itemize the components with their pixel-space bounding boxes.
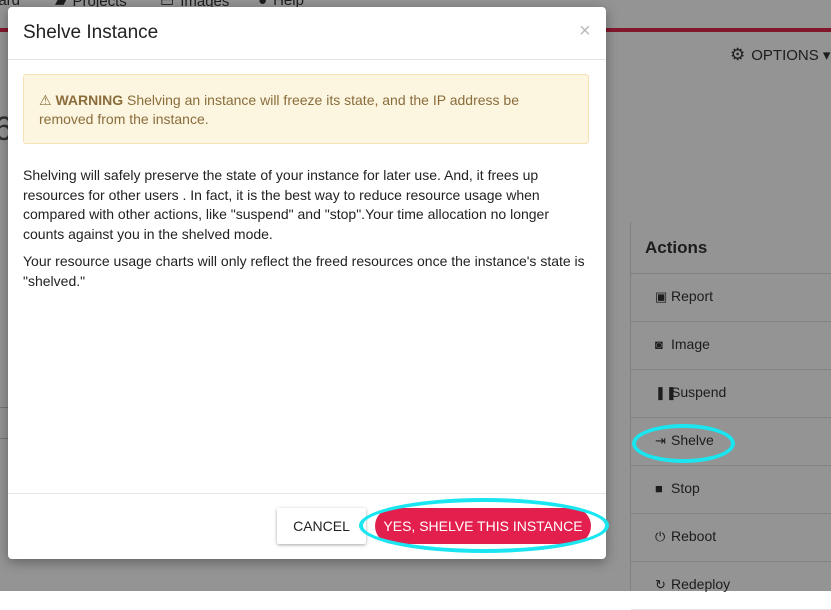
warning-icon: ⚠ <box>39 92 52 108</box>
warning-label: WARNING <box>55 92 124 108</box>
modal-title: Shelve Instance <box>23 22 159 43</box>
warning-alert: ⚠ WARNING Shelving an instance will free… <box>23 74 589 144</box>
description-paragraph: Your resource usage charts will only ref… <box>23 253 585 289</box>
description-paragraph: Shelving will safely preserve the state … <box>23 167 549 242</box>
divider <box>8 493 606 494</box>
shelve-instance-dialog: Shelve Instance × ⚠ WARNING Shelving an … <box>8 7 606 559</box>
divider <box>8 59 606 60</box>
cancel-button[interactable]: CANCEL <box>277 508 366 544</box>
close-icon[interactable]: × <box>579 20 591 43</box>
highlight-ring <box>632 424 735 463</box>
highlight-ring <box>359 498 609 553</box>
